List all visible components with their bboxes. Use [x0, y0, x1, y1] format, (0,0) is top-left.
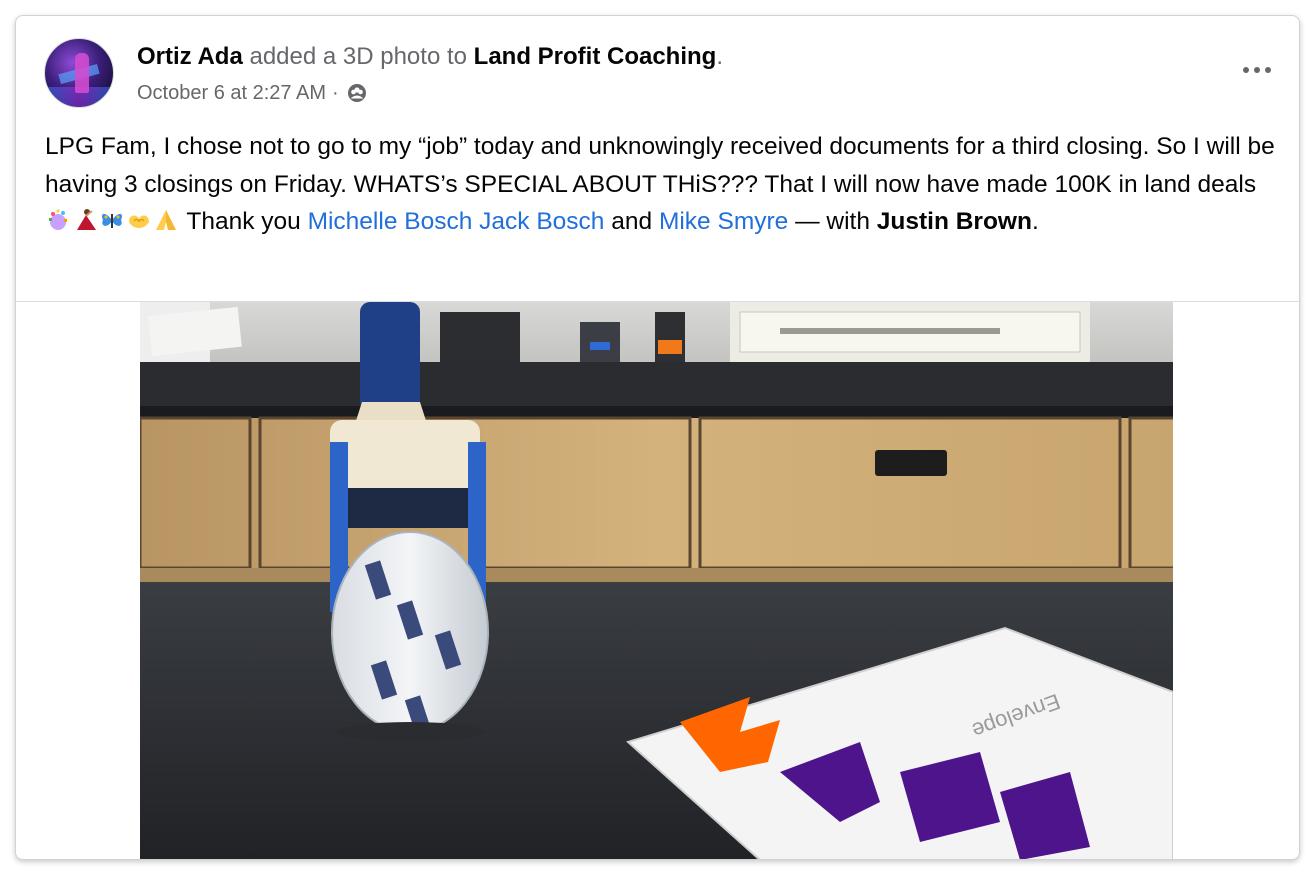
post-action-text: added a 3D photo to [242, 43, 474, 70]
mention-link[interactable]: Michelle Bosch [308, 208, 473, 235]
mention-link[interactable]: Jack Bosch [479, 208, 604, 235]
heart-hands-emoji [129, 215, 149, 228]
post-timestamp[interactable]: October 6 at 2:27 AM [137, 80, 326, 106]
post-header: Ortiz Ada added a 3D photo to Land Profi… [16, 16, 1299, 116]
author-avatar[interactable] [44, 38, 114, 108]
post-text-segment: — with [788, 208, 877, 235]
meta-separator: · [332, 82, 339, 104]
tape-dispenser-fedex-envelope-photo[interactable]: Envelope [140, 302, 1173, 860]
post-text-segment: LPG Fam, I chose not to go to my “job” t… [45, 133, 1275, 198]
tagged-person-link[interactable]: Justin Brown [877, 208, 1032, 235]
post-text: LPG Fam, I chose not to go to my “job” t… [45, 128, 1275, 241]
post-card: Ortiz Ada added a 3D photo to Land Profi… [15, 15, 1300, 860]
author-name-link[interactable]: Ortiz Ada [137, 43, 243, 70]
post-text-segment: . [1031, 208, 1039, 235]
group-name-link[interactable]: Land Profit Coaching [474, 43, 717, 70]
post-text-segment: Thank you [180, 208, 308, 235]
more-options-button[interactable] [1235, 58, 1279, 82]
dancer-emoji [77, 209, 96, 230]
post-text-segment: and [604, 208, 659, 235]
more-options-icon [1241, 67, 1274, 73]
confetti-ball-emoji [49, 209, 67, 230]
post-photo-container[interactable]: Envelope [16, 301, 1299, 860]
group-icon[interactable] [347, 83, 367, 103]
mention-link[interactable]: Mike Smyre [659, 208, 788, 235]
title-period: . [716, 43, 723, 70]
avatar-figure [75, 53, 89, 93]
post-title: Ortiz Ada added a 3D photo to Land Profi… [137, 42, 723, 72]
butterfly-emoji [102, 213, 122, 228]
folded-hands-emoji [156, 210, 176, 230]
post-meta: October 6 at 2:27 AM · [137, 80, 367, 106]
